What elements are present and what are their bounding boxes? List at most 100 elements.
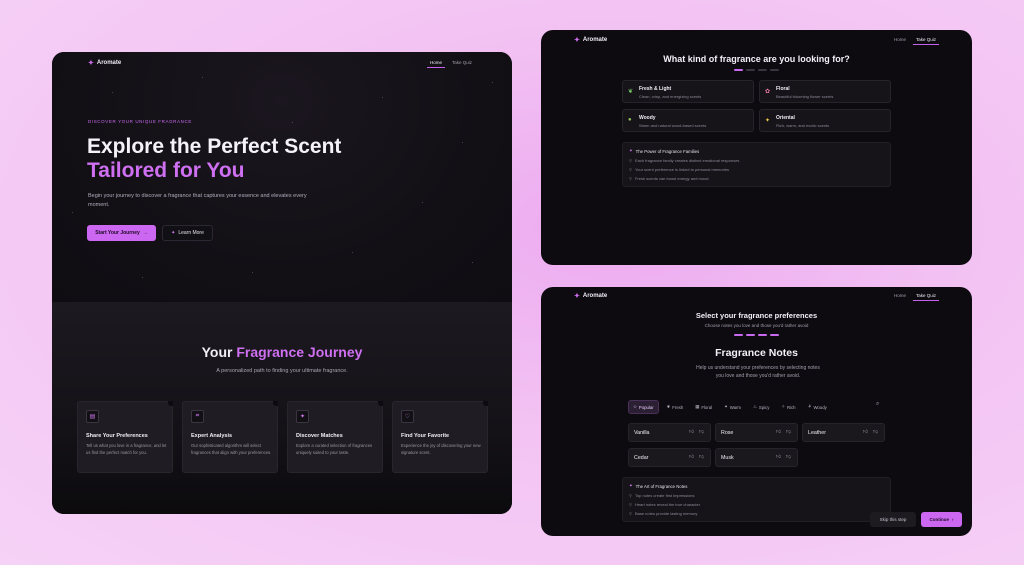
brand-name: Aromate [582,293,608,299]
journey-title: Your Fragrance Journey [52,344,512,360]
pin-icon: ⚲ [629,176,632,181]
option-title: Woody [639,115,656,121]
note-filters: ☆ Popular ❦ Fresh ▦ Floral ✦ Warm ♨ Spic… [628,400,831,414]
tag-icon: ⌗ [191,410,204,423]
tree-icon: ● [628,117,632,123]
brand-logo[interactable]: ✦ Aromate [574,292,607,300]
brand-logo[interactable]: ✦ Aromate [574,36,607,44]
note-actions: 👍︎ 👎︎ [863,429,878,435]
tree-icon: ⚘ [807,404,812,409]
thumbs-down-icon[interactable]: 👎︎ [786,429,791,435]
thumbs-up-icon[interactable]: 👍︎ [689,429,694,435]
note-name: Vanilla [634,430,650,436]
thumbs-up-icon[interactable]: 👍︎ [776,454,781,460]
notes-title: Fragrance Notes [715,347,798,359]
landing-panel: ✦ Aromate Home Take Quiz DISCOVER YOUR U… [52,52,512,514]
nav-quiz-link[interactable]: Take Quiz [449,58,475,68]
journey-title-accent: Fragrance Journey [236,344,363,360]
continue-button[interactable]: Continue › [921,512,962,527]
pin-icon: ⚲ [629,158,632,163]
thumbs-down-icon[interactable]: 👎︎ [699,429,704,435]
thumbs-down-icon[interactable]: 👎︎ [699,454,704,460]
option-title: Fresh & Light [639,86,672,92]
sparkle-icon: ✧ [781,404,785,409]
progress-step-2 [746,334,755,336]
preferences-title: Select your fragrance preferences [695,311,818,320]
option-floral[interactable]: ✿ Floral Beautiful blooming flower scent… [759,80,891,103]
filter-woody[interactable]: ⚘ Woody [804,400,831,414]
info-item: ⚲ Your scent preference is linked to per… [629,167,729,172]
info-item-text: Heart notes reveal the true character [634,502,701,507]
option-fresh-light[interactable]: ❦ Fresh & Light Clean, crisp, and energi… [622,80,754,103]
thumbs-up-icon[interactable]: 👍︎ [863,429,868,435]
filter-label: Fresh [672,404,684,410]
nav-home-link[interactable]: Home [891,35,909,45]
info-item-text: Base notes provide lasting memory [634,511,698,516]
filter-spicy[interactable]: ♨ Spicy [749,400,773,414]
hero-headline-accent: Tailored for You [87,159,245,182]
quiz-panel: ✦ Aromate Home Take Quiz What kind of fr… [541,30,972,265]
filter-popular[interactable]: ☆ Popular [628,400,659,414]
leaf-icon: ❦ [628,89,634,95]
start-journey-button[interactable]: Start Your Journey → [87,225,156,241]
filter-fresh[interactable]: ❦ Fresh [663,400,688,414]
filter-floral[interactable]: ▦ Floral [691,400,716,414]
thumbs-up-icon[interactable]: 👍︎ [776,429,781,435]
thumbs-down-icon[interactable]: 👎︎ [873,429,878,435]
brand-name: Aromate [96,60,122,66]
nav-quiz-link[interactable]: Take Quiz [912,291,939,301]
notes-subtitle: Help us understand your preferences by s… [696,365,820,379]
journey-subtitle: A personalized path to finding your ulti… [216,368,348,374]
progress-step-3 [758,334,767,336]
top-nav: ✦ Aromate Home Take Quiz [541,287,972,307]
pin-icon: ⚲ [629,493,632,498]
search-icon[interactable]: ⌕ [876,401,879,408]
nav-home-link[interactable]: Home [426,58,445,68]
sparkle-icon: ✦ [765,118,771,124]
note-actions: 👍︎ 👎︎ [776,429,791,435]
journey-title-prefix: Your [201,344,233,360]
sparkle-icon: ✦ [296,410,309,423]
filter-label: Warm [729,404,741,410]
option-woody[interactable]: ● Woody Warm and natural wood-based scen… [622,109,754,132]
note-actions: 👍︎ 👎︎ [689,429,704,435]
step-title: Share Your Preferences [86,433,148,439]
sparkle-icon: ✦ [629,483,633,488]
filter-rich[interactable]: ✧ Rich [777,400,799,414]
learn-more-button[interactable]: ✦ Learn More [162,225,213,241]
option-oriental[interactable]: ✦ Oriental Rich, warm, and exotic scents [759,109,891,132]
hero-eyebrow: DISCOVER YOUR UNIQUE FRAGRANCE [88,119,192,124]
option-title: Oriental [776,115,795,121]
step-title: Find Your Favorite [401,433,450,439]
progress-step-2 [746,69,755,71]
fragrance-notes-info: ✦ The Art of Fragrance Notes ⚲ Top notes… [622,477,891,522]
nav-links: Home Take Quiz [891,35,939,45]
thumbs-down-icon[interactable]: 👎︎ [786,454,791,460]
filter-warm[interactable]: ✦ Warm [720,400,745,414]
nav-home-link[interactable]: Home [891,291,909,301]
preferences-subtitle: Choose notes you love and those you'd ra… [704,323,809,328]
nav-quiz-link[interactable]: Take Quiz [912,35,939,45]
filter-label: Spicy [758,404,770,410]
note-name: Rose [721,430,734,436]
note-actions: 👍︎ 👎︎ [689,454,704,460]
thumbs-up-icon[interactable]: 👍︎ [689,454,694,460]
brand-logo[interactable]: ✦ Aromate [88,59,121,67]
step-card-matches[interactable]: ✦ Discover Matches Explore a curated sel… [287,401,383,473]
heart-icon: ♡ [401,410,414,423]
preferences-panel: ✦ Aromate Home Take Quiz Select your fra… [541,287,972,536]
info-item-text: Your scent preference is linked to perso… [634,167,730,172]
skip-step-button[interactable]: Skip this step [870,512,916,527]
step-card-favorite[interactable]: ♡ Find Your Favorite Experience the joy … [392,401,488,473]
pin-icon: ⚲ [629,502,632,507]
flower-icon: ✿ [765,89,771,95]
info-item: ⚲ Base notes provide lasting memory [629,511,697,516]
flower-icon: ▦ [695,404,700,409]
chevron-right-icon: › [952,517,954,522]
step-card-analysis[interactable]: ⌗ Expert Analysis Our sophisticated algo… [182,401,278,473]
note-name: Leather [808,430,826,436]
note-card-vanilla: Vanilla 👍︎ 👎︎ [628,423,711,442]
step-card-preferences[interactable]: ▤ Share Your Preferences Tell us what yo… [77,401,173,473]
fragrance-families-info: ✦ The Power of Fragrance Families ⚲ Each… [622,142,891,187]
sparkle-icon: ✦ [724,404,728,409]
